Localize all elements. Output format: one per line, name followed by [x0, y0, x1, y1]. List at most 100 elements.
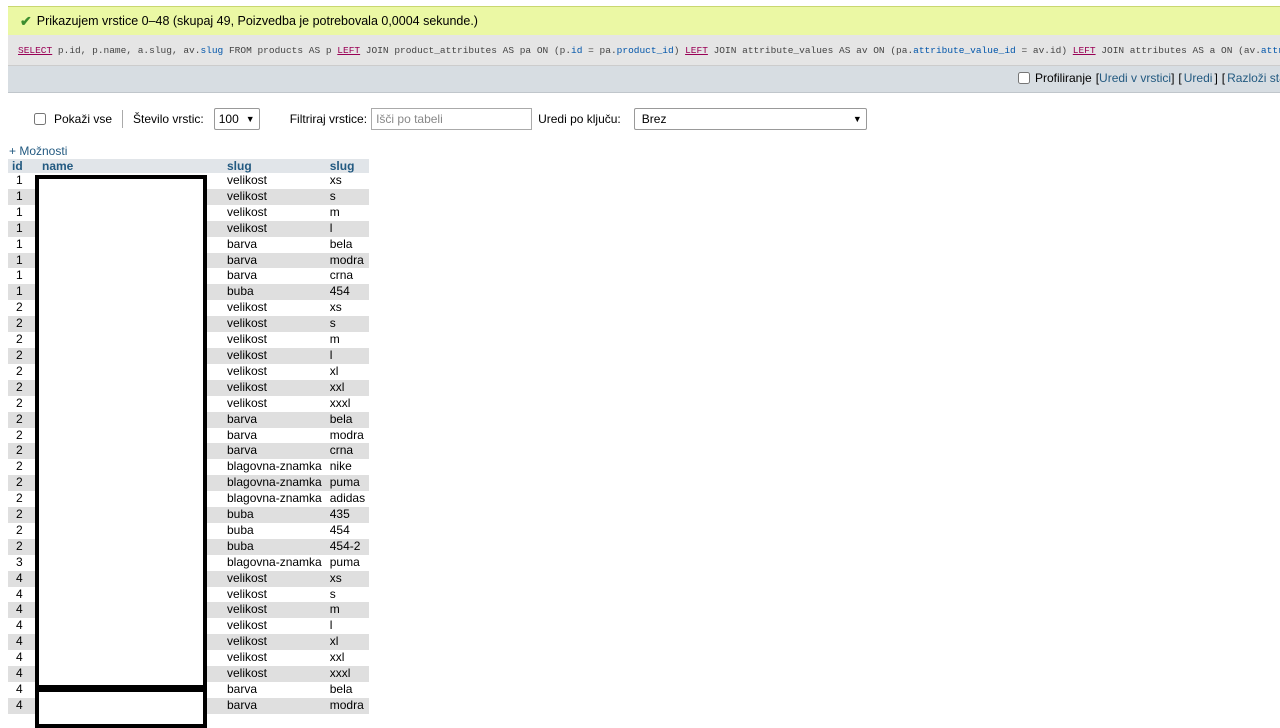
cell-id[interactable]: 4 — [8, 618, 38, 635]
column-header-slug[interactable]: slug — [223, 159, 326, 173]
cell-attribute-slug[interactable]: velikost — [223, 188, 326, 205]
cell-value-slug[interactable]: m — [325, 332, 370, 348]
cell-id[interactable]: 4 — [8, 697, 38, 714]
cell-id[interactable]: 2 — [8, 507, 38, 523]
cell-value-slug[interactable]: bela — [325, 411, 370, 428]
cell-value-slug[interactable]: l — [325, 618, 370, 635]
column-header-id[interactable]: id — [8, 159, 38, 173]
cell-id[interactable]: 2 — [8, 538, 38, 555]
cell-id[interactable]: 1 — [8, 204, 38, 221]
cell-attribute-slug[interactable]: buba — [223, 538, 326, 555]
cell-attribute-slug[interactable]: barva — [223, 682, 326, 698]
cell-value-slug[interactable]: bela — [325, 682, 370, 698]
cell-attribute-slug[interactable]: velikost — [223, 347, 326, 364]
cell-value-slug[interactable]: m — [325, 204, 370, 221]
cell-id[interactable]: 1 — [8, 268, 38, 285]
cell-id[interactable]: 2 — [8, 379, 38, 396]
cell-attribute-slug[interactable]: barva — [223, 252, 326, 269]
sort-key-select[interactable]: Brez ▼ — [633, 108, 867, 130]
cell-id[interactable]: 4 — [8, 570, 38, 587]
filter-input[interactable]: Išči po tabeli — [371, 108, 533, 130]
cell-id[interactable]: 2 — [8, 363, 38, 380]
cell-attribute-slug[interactable]: velikost — [223, 379, 326, 396]
cell-attribute-slug[interactable]: buba — [223, 507, 326, 523]
cell-value-slug[interactable]: s — [325, 188, 370, 205]
cell-id[interactable]: 1 — [8, 252, 38, 269]
cell-attribute-slug[interactable]: blagovna-znamka — [223, 475, 326, 492]
cell-attribute-slug[interactable]: velikost — [223, 586, 326, 603]
cell-id[interactable]: 2 — [8, 475, 38, 492]
cell-value-slug[interactable]: xxl — [325, 650, 370, 667]
cell-attribute-slug[interactable]: velikost — [223, 220, 326, 237]
cell-id[interactable]: 4 — [8, 586, 38, 603]
cell-attribute-slug[interactable]: velikost — [223, 173, 326, 189]
cell-attribute-slug[interactable]: barva — [223, 697, 326, 714]
cell-attribute-slug[interactable]: blagovna-znamka — [223, 459, 326, 476]
cell-id[interactable]: 4 — [8, 682, 38, 698]
cell-attribute-slug[interactable]: buba — [223, 522, 326, 539]
cell-attribute-slug[interactable]: velikost — [223, 316, 326, 333]
cell-attribute-slug[interactable]: blagovna-znamka — [223, 491, 326, 508]
cell-value-slug[interactable]: m — [325, 602, 370, 619]
cell-value-slug[interactable]: xl — [325, 634, 370, 651]
inline-edit-link[interactable]: Uredi v vrstici — [1099, 71, 1171, 85]
cell-value-slug[interactable]: bela — [325, 236, 370, 253]
cell-value-slug[interactable]: xxxl — [325, 395, 370, 412]
cell-id[interactable]: 4 — [8, 634, 38, 651]
cell-attribute-slug[interactable]: velikost — [223, 332, 326, 348]
cell-id[interactable]: 1 — [8, 284, 38, 301]
rows-select[interactable]: 100 ▼ — [213, 108, 260, 130]
options-link[interactable]: + Možnosti — [9, 144, 67, 158]
explain-link[interactable]: Razloži sta — [1225, 71, 1280, 85]
cell-id[interactable]: 3 — [8, 554, 38, 571]
cell-value-slug[interactable]: modra — [325, 697, 370, 714]
cell-value-slug[interactable]: xs — [325, 570, 370, 587]
cell-value-slug[interactable]: crna — [325, 268, 370, 285]
cell-value-slug[interactable]: xs — [325, 173, 370, 189]
cell-id[interactable]: 2 — [8, 300, 38, 317]
cell-attribute-slug[interactable]: buba — [223, 284, 326, 301]
cell-value-slug[interactable]: modra — [325, 427, 370, 444]
cell-id[interactable]: 2 — [8, 395, 38, 412]
profiling-checkbox[interactable] — [1018, 72, 1030, 84]
cell-attribute-slug[interactable]: velikost — [223, 204, 326, 221]
cell-value-slug[interactable]: 454 — [325, 522, 370, 539]
cell-attribute-slug[interactable]: barva — [223, 236, 326, 253]
edit-link[interactable]: Uredi — [1182, 71, 1215, 85]
sql-query-box[interactable]: SELECT p.id, p.name, a.slug, av.slug FRO… — [8, 35, 1280, 66]
cell-value-slug[interactable]: modra — [325, 252, 370, 269]
cell-id[interactable]: 1 — [8, 188, 38, 205]
cell-value-slug[interactable]: l — [325, 220, 370, 237]
cell-value-slug[interactable]: 454-2 — [325, 538, 370, 555]
cell-attribute-slug[interactable]: barva — [223, 268, 326, 285]
cell-attribute-slug[interactable]: velikost — [223, 395, 326, 412]
cell-attribute-slug[interactable]: barva — [223, 411, 326, 428]
cell-value-slug[interactable]: xl — [325, 363, 370, 380]
cell-value-slug[interactable]: puma — [325, 475, 370, 492]
cell-id[interactable]: 4 — [8, 602, 38, 619]
cell-value-slug[interactable]: xxl — [325, 379, 370, 396]
cell-attribute-slug[interactable]: velikost — [223, 666, 326, 682]
cell-value-slug[interactable]: s — [325, 586, 370, 603]
cell-id[interactable]: 1 — [8, 220, 38, 237]
cell-value-slug[interactable]: l — [325, 347, 370, 364]
cell-id[interactable]: 2 — [8, 411, 38, 428]
cell-value-slug[interactable]: 435 — [325, 507, 370, 523]
cell-value-slug[interactable]: s — [325, 316, 370, 333]
cell-id[interactable]: 2 — [8, 427, 38, 444]
cell-id[interactable]: 4 — [8, 666, 38, 682]
cell-attribute-slug[interactable]: barva — [223, 443, 326, 460]
cell-attribute-slug[interactable]: barva — [223, 427, 326, 444]
cell-id[interactable]: 1 — [8, 173, 38, 189]
cell-id[interactable]: 2 — [8, 459, 38, 476]
cell-id[interactable]: 2 — [8, 522, 38, 539]
cell-id[interactable]: 2 — [8, 332, 38, 348]
column-header-slug[interactable]: slug — [325, 159, 370, 173]
cell-id[interactable]: 2 — [8, 491, 38, 508]
cell-value-slug[interactable]: adidas — [325, 491, 370, 508]
column-header-name[interactable]: name — [38, 159, 223, 173]
cell-attribute-slug[interactable]: velikost — [223, 363, 326, 380]
cell-id[interactable]: 2 — [8, 347, 38, 364]
cell-value-slug[interactable]: nike — [325, 459, 370, 476]
cell-value-slug[interactable]: xxxl — [325, 666, 370, 682]
